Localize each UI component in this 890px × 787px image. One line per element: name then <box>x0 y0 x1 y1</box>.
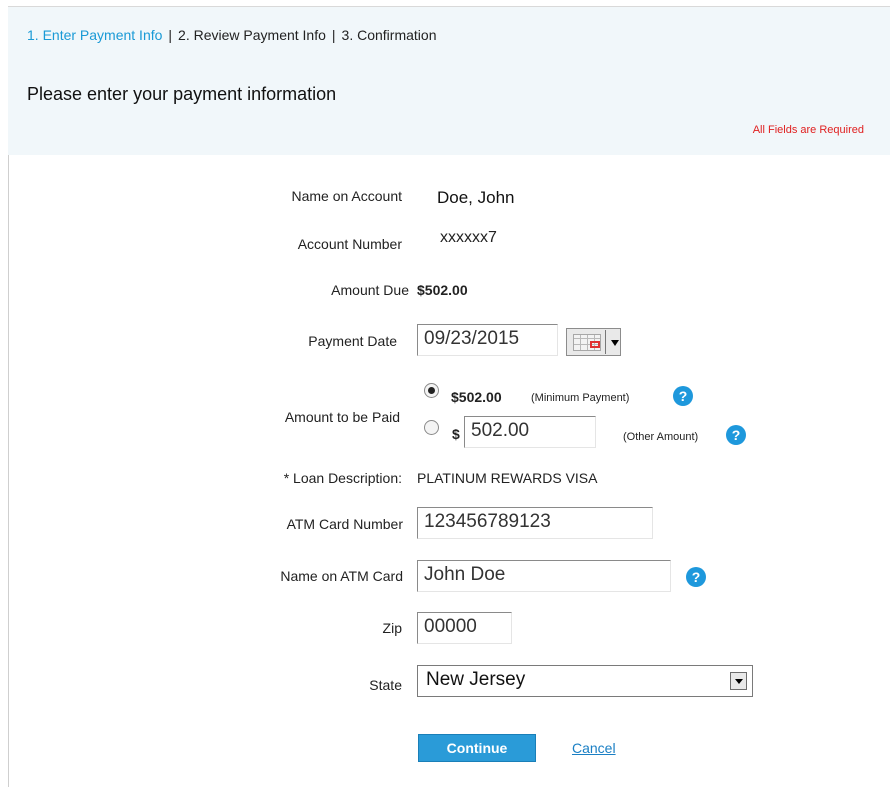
help-icon[interactable]: ? <box>686 567 706 587</box>
payment-date-label: Payment Date <box>308 333 397 349</box>
name-on-account-value: Doe, John <box>437 188 515 207</box>
calendar-picker-button[interactable] <box>566 328 621 356</box>
atm-card-number-label: ATM Card Number <box>286 516 403 532</box>
step-separator: | <box>168 27 173 43</box>
step-breadcrumb: 1. Enter Payment Info | 2. Review Payment … <box>27 27 436 43</box>
help-icon[interactable]: ? <box>673 386 693 406</box>
help-icon[interactable]: ? <box>726 425 746 445</box>
left-border <box>8 155 9 787</box>
name-on-account-label: Name on Account <box>291 188 402 204</box>
amount-due-value: $502.00 <box>417 282 468 298</box>
calendar-button-divider <box>605 330 606 354</box>
page-heading: Please enter your payment information <box>27 84 337 104</box>
step-review-payment-info: 2. Review Payment Info <box>178 27 326 43</box>
name-on-atm-card-input[interactable]: John Doe <box>417 560 671 592</box>
account-number-value: xxxxxx7 <box>440 229 497 246</box>
zip-label: Zip <box>382 620 402 636</box>
continue-button[interactable]: Continue <box>418 734 536 762</box>
state-label: State <box>369 677 402 693</box>
zip-input[interactable]: 00000 <box>417 612 512 644</box>
amount-to-be-paid-label: Amount to be Paid <box>284 409 400 425</box>
loan-description-label: * Loan Description: <box>283 470 402 486</box>
calendar-icon <box>573 334 601 351</box>
state-selected-value: New Jersey <box>426 669 526 690</box>
name-on-atm-card-label: Name on ATM Card <box>280 568 403 584</box>
cancel-link[interactable]: Cancel <box>572 740 616 756</box>
atm-card-number-input[interactable]: 123456789123 <box>417 507 653 539</box>
required-fields-note: All Fields are Required <box>752 124 864 136</box>
amount-due-label: Amount Due <box>331 282 409 298</box>
currency-symbol: $ <box>452 426 460 442</box>
chevron-down-icon <box>611 340 619 346</box>
payment-date-input[interactable]: 09/23/2015 <box>417 324 558 356</box>
other-amount-note: (Other Amount) <box>623 431 699 443</box>
minimum-payment-note: (Minimum Payment) <box>531 392 630 404</box>
other-amount-radio[interactable] <box>424 420 439 435</box>
step-enter-payment-info: 1. Enter Payment Info <box>27 27 163 43</box>
minimum-payment-radio[interactable] <box>424 383 439 398</box>
loan-description-value: PLATINUM REWARDS VISA <box>417 470 598 486</box>
account-number-label: Account Number <box>297 236 402 252</box>
minimum-payment-value: $502.00 <box>451 389 502 405</box>
other-amount-input[interactable]: 502.00 <box>464 416 596 448</box>
calendar-selected-day-mark <box>590 341 600 348</box>
step-confirmation: 3. Confirmation <box>341 27 437 43</box>
state-select[interactable]: New Jersey <box>417 665 753 697</box>
step-separator: | <box>331 27 336 43</box>
dropdown-arrow-icon[interactable] <box>730 672 747 690</box>
